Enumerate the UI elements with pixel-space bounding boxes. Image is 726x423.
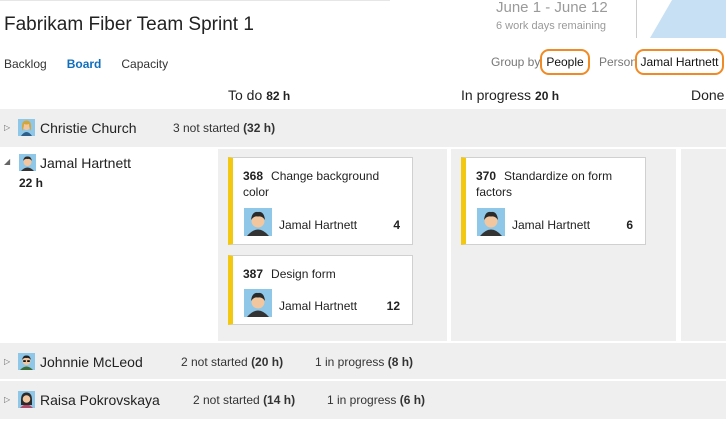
swimlane-summary: 3 not started (32 h) [173, 121, 275, 135]
card-title-text: Design form [271, 267, 336, 281]
swimlane-summary: 2 not started (14 h) [193, 393, 295, 407]
avatar-icon [18, 119, 35, 136]
card-remaining-work[interactable]: 12 [387, 299, 400, 313]
group-by-dropdown[interactable]: People [540, 49, 590, 75]
sprint-nav-tabs: Backlog Board Capacity [4, 57, 168, 71]
swimlane-summary: 1 in progress (8 h) [315, 355, 413, 369]
column-name: To do [228, 87, 263, 103]
card-title: 387 Design form [243, 266, 402, 282]
swimlane-person-name: Johnnie McLeod [40, 354, 143, 370]
column-name: In progress [461, 87, 532, 103]
swimlane-jamal-hartnett: ◢ Jamal Hartnett 22 h 368 Change backgrou… [0, 149, 726, 341]
tab-board[interactable]: Board [67, 57, 102, 71]
task-card[interactable]: 370 Standardize on form factors Jamal Har… [461, 157, 646, 245]
card-avatar-icon [244, 289, 272, 317]
page-title: Fabrikam Fiber Team Sprint 1 [4, 14, 254, 35]
collapse-triangle-down-icon[interactable]: ◢ [4, 157, 10, 166]
card-title: 368 Change background color [243, 168, 402, 200]
swimlane-summary: 2 not started (20 h) [181, 355, 283, 369]
swimlane-summary: 1 in progress (6 h) [327, 393, 425, 407]
card-id: 370 [476, 169, 497, 183]
summary-count: 1 in progress [327, 393, 397, 407]
card-assignee[interactable]: Jamal Hartnett [512, 218, 590, 232]
card-avatar-icon [244, 208, 272, 236]
card-title: 370 Standardize on form factors [476, 168, 635, 200]
swimlane-christie-church: ▷ Christie Church 3 not started (32 h) [0, 109, 726, 147]
task-card[interactable]: 368 Change background color Jamal Hartnet… [228, 157, 413, 245]
card-title-text: Standardize on form factors [476, 169, 613, 199]
summary-count: 2 not started [193, 393, 260, 407]
header-divider [0, 0, 390, 1]
column-header-todo: To do 82 h [228, 87, 290, 103]
column-header-in-progress: In progress 20 h [461, 87, 559, 103]
card-assignee[interactable]: Jamal Hartnett [279, 218, 357, 232]
avatar-icon [18, 353, 35, 370]
summary-hours: (8 h) [387, 355, 414, 369]
summary-hours: (14 h) [263, 393, 296, 407]
sprint-date-range: June 1 - June 12 [496, 0, 608, 16]
card-avatar-icon [477, 208, 505, 236]
avatar-icon [18, 391, 35, 408]
swimlane-hours: 22 h [19, 176, 44, 190]
tab-backlog[interactable]: Backlog [4, 57, 47, 71]
summary-hours: (32 h) [243, 121, 276, 135]
days-remaining: 6 work days remaining [496, 20, 607, 32]
tab-capacity[interactable]: Capacity [121, 57, 168, 71]
burndown-chart-thumbnail[interactable] [636, 0, 726, 38]
summary-count: 2 not started [181, 355, 248, 369]
summary-hours: (6 h) [399, 393, 426, 407]
task-card[interactable]: 387 Design form Jamal Hartnett 12 [228, 255, 413, 325]
swimlane-person-name: Christie Church [40, 120, 137, 136]
cell-in-progress: 370 Standardize on form factors Jamal Har… [451, 149, 676, 341]
summary-count: 3 not started [173, 121, 240, 135]
summary-hours: (20 h) [251, 355, 284, 369]
expand-triangle-right-icon[interactable]: ▷ [4, 395, 10, 404]
card-assignee[interactable]: Jamal Hartnett [279, 299, 357, 313]
cell-done [681, 149, 726, 341]
column-hours: 82 h [266, 89, 291, 103]
summary-count: 1 in progress [315, 355, 385, 369]
card-remaining-work[interactable]: 4 [393, 218, 400, 232]
swimlane-person-name: Jamal Hartnett [40, 155, 132, 171]
cell-todo: 368 Change background color Jamal Hartnet… [218, 149, 447, 341]
column-header-done: Done [691, 87, 724, 103]
avatar-icon [19, 154, 36, 171]
card-id: 387 [243, 267, 264, 281]
swimlane-johnnie-mcleod: ▷ Johnnie McLeod 2 not started (20 h) 1 … [0, 343, 726, 381]
person-filter-dropdown[interactable]: Jamal Hartnett [635, 49, 724, 75]
card-id: 368 [243, 169, 264, 183]
column-hours: 20 h [535, 89, 560, 103]
card-title-text: Change background color [243, 169, 380, 199]
swimlane-person-name: Raisa Pokrovskaya [40, 392, 160, 408]
group-by-label: Group by [491, 55, 541, 69]
card-remaining-work[interactable]: 6 [626, 218, 633, 232]
swimlane-raisa-pokrovskaya: ▷ Raisa Pokrovskaya 2 not started (14 h)… [0, 381, 726, 419]
column-name: Done [691, 87, 725, 103]
expand-triangle-right-icon[interactable]: ▷ [4, 123, 10, 132]
expand-triangle-right-icon[interactable]: ▷ [4, 357, 10, 366]
person-filter-label: Person [599, 55, 638, 69]
